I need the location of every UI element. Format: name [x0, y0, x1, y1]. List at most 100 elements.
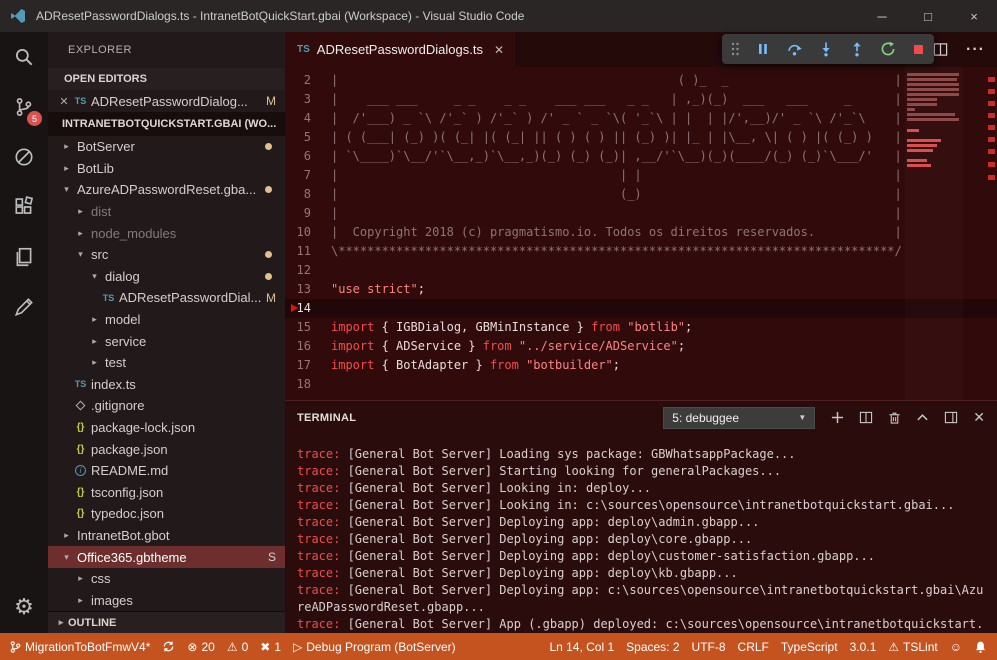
tree-item-dist[interactable]: ▸dist — [48, 201, 285, 223]
line-number[interactable]: 4 — [285, 109, 331, 128]
editor-line-16[interactable]: 16import { ADService } from "../service/… — [285, 337, 997, 356]
debug-icon[interactable] — [0, 132, 48, 182]
line-number[interactable]: 6 — [285, 147, 331, 166]
editor-line-11[interactable]: 11\*************************************… — [285, 242, 997, 261]
tree-item-botlib[interactable]: ▸BotLib — [48, 158, 285, 180]
line-number[interactable]: 2 — [285, 71, 331, 90]
notifications-bell-icon[interactable] — [974, 640, 987, 654]
debug-program-item[interactable]: ▷ Debug Program (BotServer) — [293, 640, 456, 654]
editor-line-15[interactable]: 15import { IGBDialog, GBMinInstance } fr… — [285, 318, 997, 337]
open-editor-item[interactable]: ✕ TS ADResetPasswordDialog... M — [48, 90, 285, 112]
tree-item-css[interactable]: ▸css — [48, 568, 285, 590]
tab-adresetpassworddialogs[interactable]: TS ADResetPasswordDialogs.ts ✕ — [285, 32, 517, 67]
close-panel-icon[interactable]: ✕ — [973, 409, 985, 426]
errors-item[interactable]: ⊗ 20 — [187, 640, 214, 654]
line-number[interactable]: 7 — [285, 166, 331, 185]
edit-icon[interactable] — [0, 282, 48, 332]
tree-item-package-json[interactable]: {}package.json — [48, 438, 285, 460]
new-terminal-icon[interactable] — [831, 411, 844, 424]
tree-item-service[interactable]: ▸service — [48, 330, 285, 352]
tslint-item[interactable]: ⚠ TSLint — [888, 640, 937, 654]
tree-item-test[interactable]: ▸test — [48, 352, 285, 374]
encoding-item[interactable]: UTF-8 — [692, 640, 726, 654]
drag-handle-icon[interactable] — [730, 41, 740, 57]
tree-item--gitignore[interactable]: .gitignore — [48, 395, 285, 417]
source-control-icon[interactable]: 5 — [0, 82, 48, 132]
extra-count-item[interactable]: ✖ 1 — [260, 640, 281, 654]
editor-line-8[interactable]: 8| (_) | — [285, 185, 997, 204]
terminal-tab[interactable]: TERMINAL — [297, 412, 356, 424]
tree-item-readme-md[interactable]: iREADME.md — [48, 460, 285, 482]
split-editor-icon[interactable] — [933, 42, 948, 57]
chevron-up-icon[interactable] — [916, 411, 929, 424]
editor-line-5[interactable]: 5| ( (___| (_) )( (_| |( (_| || ( ) ( ) … — [285, 128, 997, 147]
tree-item-node-modules[interactable]: ▸node_modules — [48, 222, 285, 244]
cursor-position-item[interactable]: Ln 14, Col 1 — [549, 640, 614, 654]
more-actions-icon[interactable]: ··· — [966, 41, 985, 59]
step-over-icon[interactable] — [786, 41, 803, 57]
tree-item-azureadpasswordreset-gba-[interactable]: ▾AzureADPasswordReset.gba... — [48, 179, 285, 201]
outline-section-header[interactable]: ▸ OUTLINE — [48, 611, 285, 633]
stop-icon[interactable] — [911, 42, 926, 57]
line-number[interactable]: 9 — [285, 204, 331, 223]
split-terminal-icon[interactable] — [859, 411, 873, 424]
minimize-icon[interactable]: ─ — [859, 0, 905, 32]
line-number[interactable]: 13 — [285, 280, 331, 299]
tree-item-tsconfig-json[interactable]: {}tsconfig.json — [48, 482, 285, 504]
editor-line-9[interactable]: 9| | — [285, 204, 997, 223]
feedback-smiley-icon[interactable]: ☺ — [950, 640, 962, 654]
line-number[interactable]: 3 — [285, 90, 331, 109]
line-number[interactable]: 12 — [285, 261, 331, 280]
editor-line-14[interactable]: 14 — [285, 299, 997, 318]
tree-item-typedoc-json[interactable]: {}typedoc.json — [48, 503, 285, 525]
eol-item[interactable]: CRLF — [738, 640, 769, 654]
close-icon[interactable]: × — [951, 0, 997, 32]
editor-line-17[interactable]: 17import { BotAdapter } from "botbuilder… — [285, 356, 997, 375]
tree-item-office365-gbtheme[interactable]: ▾Office365.gbthemeS — [48, 546, 285, 568]
tree-item-dialog[interactable]: ▾dialog — [48, 266, 285, 288]
tree-item-package-lock-json[interactable]: {}package-lock.json — [48, 417, 285, 439]
editor-line-4[interactable]: 4| /'___) _ `\ /'_` ) /'_` ) /' _ ` _ `\… — [285, 109, 997, 128]
editor-line-10[interactable]: 10| Copyright 2018 (c) pragmatismo.io. T… — [285, 223, 997, 242]
maximize-panel-icon[interactable] — [944, 411, 958, 424]
overview-ruler[interactable] — [985, 67, 997, 400]
open-editors-header[interactable]: OPEN EDITORS — [48, 68, 285, 90]
line-number[interactable]: 11 — [285, 242, 331, 261]
line-number[interactable]: 8 — [285, 185, 331, 204]
git-branch-item[interactable]: MigrationToBotFmwV4* — [10, 640, 150, 654]
line-number[interactable]: 18 — [285, 375, 331, 394]
extensions-icon[interactable] — [0, 182, 48, 232]
indentation-item[interactable]: Spaces: 2 — [626, 640, 679, 654]
tree-item-adresetpassworddial-[interactable]: TSADResetPasswordDial...M — [48, 287, 285, 309]
line-number[interactable]: 15 — [285, 318, 331, 337]
settings-gear-icon[interactable]: ⚙ — [0, 587, 48, 627]
minimap[interactable] — [905, 67, 963, 400]
tree-item-intranetbot-gbot[interactable]: ▸IntranetBot.gbot — [48, 525, 285, 547]
tree-item-src[interactable]: ▾src — [48, 244, 285, 266]
pause-icon[interactable] — [755, 41, 771, 57]
tree-item-images[interactable]: ▸images — [48, 589, 285, 611]
tree-item-model[interactable]: ▸model — [48, 309, 285, 331]
workspace-section-header[interactable]: INTRANETBOTQUICKSTART.GBAI (WO... — [48, 112, 285, 136]
code-editor[interactable]: 2| ( )_ _ |3| ___ ___ _ _ _ _ ___ ___ _ … — [285, 67, 997, 400]
line-number[interactable]: 17 — [285, 356, 331, 375]
line-number[interactable]: 16 — [285, 337, 331, 356]
files-icon[interactable] — [0, 232, 48, 282]
editor-line-7[interactable]: 7| | | | — [285, 166, 997, 185]
line-number[interactable]: 5 — [285, 128, 331, 147]
editor-line-13[interactable]: 13"use strict"; — [285, 280, 997, 299]
tree-item-index-ts[interactable]: TSindex.ts — [48, 374, 285, 396]
search-icon[interactable] — [0, 32, 48, 82]
editor-line-18[interactable]: 18 — [285, 375, 997, 394]
terminal-shell-select[interactable]: 5: debuggee ▼ — [663, 407, 815, 429]
editor-line-3[interactable]: 3| ___ ___ _ _ _ _ ___ ___ _ _ | ,_)(_) … — [285, 90, 997, 109]
terminal-output[interactable]: trace: [General Bot Server] Loading sys … — [285, 434, 989, 633]
ts-version-item[interactable]: 3.0.1 — [850, 640, 877, 654]
warnings-item[interactable]: ⚠ 0 — [227, 640, 248, 654]
tab-close-icon[interactable]: ✕ — [494, 43, 504, 57]
editor-line-6[interactable]: 6| `\____)`\__/'`\__,_)`\__,_)(_) (_) (_… — [285, 147, 997, 166]
tree-item-botserver[interactable]: ▸BotServer — [48, 136, 285, 158]
kill-terminal-trash-icon[interactable] — [888, 411, 901, 425]
line-number[interactable]: 10 — [285, 223, 331, 242]
restart-icon[interactable] — [880, 41, 896, 57]
